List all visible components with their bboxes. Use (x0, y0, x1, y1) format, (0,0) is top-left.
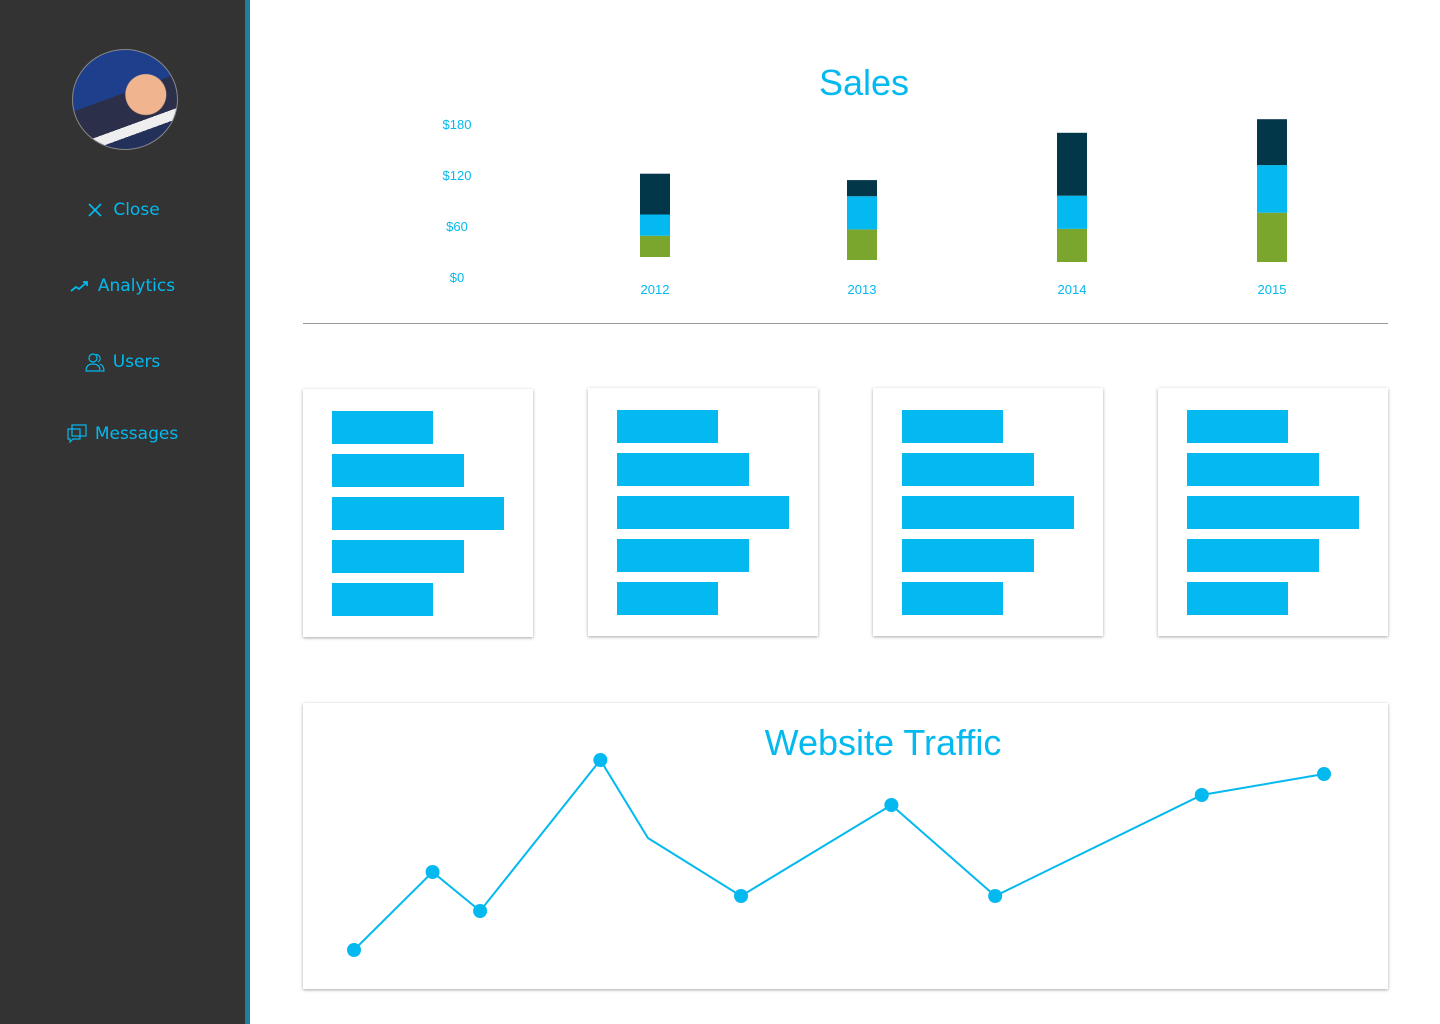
horizontal-bar (902, 453, 1035, 486)
horizontal-bar (617, 582, 719, 615)
messages-icon (67, 424, 87, 444)
x-tick-label: 2014 (1058, 282, 1087, 297)
horizontal-bar (332, 540, 465, 573)
horizontal-bar (617, 453, 750, 486)
bar-segment (847, 196, 877, 230)
data-point (734, 889, 749, 903)
stat-card (1158, 388, 1388, 636)
data-point (593, 753, 608, 767)
bar-segment (640, 173, 670, 215)
stat-card (873, 388, 1103, 636)
trend-up-icon (70, 281, 88, 292)
stat-card (303, 389, 533, 637)
bar-segment (1057, 228, 1087, 262)
chart-title: Website Traffic (765, 722, 1002, 763)
x-tick-label: 2015 (1258, 282, 1287, 297)
sales-chart-card: Sales $0 $60 $120 $180 2012 2013 2014 2015 (303, 36, 1388, 323)
bar-segment (847, 180, 877, 197)
sidebar-item-label: Close (113, 200, 160, 220)
y-tick-label: $180 (443, 117, 472, 132)
bar-segment (1257, 119, 1287, 166)
data-point (425, 865, 440, 879)
traffic-chart: Website Traffic (347, 722, 1331, 957)
bar-segment (640, 214, 670, 236)
sidebar-item-analytics[interactable]: Analytics (0, 276, 245, 296)
horizontal-bar (617, 539, 750, 572)
horizontal-bar (1187, 410, 1289, 443)
sidebar-item-label: Messages (94, 424, 179, 444)
bar-segment (1257, 165, 1287, 213)
sidebar-item-messages[interactable]: Messages (0, 424, 245, 444)
bar-segment (1057, 132, 1087, 196)
sidebar-item-users[interactable]: Users (0, 352, 245, 372)
y-tick-label: $60 (446, 219, 468, 234)
horizontal-bar (1187, 539, 1320, 572)
stat-card (588, 388, 818, 636)
sidebar: Close Analytics Users Messages (0, 0, 250, 1024)
horizontal-bar (902, 410, 1004, 443)
sidebar-item-label: Users (112, 352, 161, 372)
chart-title: Sales (819, 62, 909, 103)
data-point (1194, 788, 1209, 802)
avatar[interactable] (72, 49, 178, 150)
horizontal-bar (1187, 496, 1359, 529)
y-tick-label: $0 (450, 270, 464, 285)
bar-segment (1257, 212, 1287, 262)
data-point (1317, 767, 1331, 781)
horizontal-bar (332, 411, 434, 444)
bar-segment (640, 235, 670, 257)
horizontal-bar (332, 454, 465, 487)
horizontal-bar (902, 496, 1074, 529)
horizontal-bar (332, 497, 504, 530)
x-tick-label: 2013 (848, 282, 877, 297)
horizontal-bar (902, 582, 1004, 615)
data-point (473, 904, 488, 918)
data-point (884, 798, 899, 812)
horizontal-bar (332, 583, 434, 616)
horizontal-bar (617, 410, 719, 443)
x-tick-label: 2012 (641, 282, 670, 297)
close-icon (88, 203, 102, 217)
sidebar-item-label: Analytics (97, 276, 176, 296)
bar-segment (1057, 195, 1087, 229)
horizontal-bar (617, 496, 789, 529)
data-point (988, 889, 1003, 903)
horizontal-bar (1187, 453, 1320, 486)
sidebar-item-close[interactable]: Close (0, 200, 245, 220)
traffic-chart-card: Website Traffic (303, 703, 1388, 989)
data-point (347, 943, 361, 957)
horizontal-bar (1187, 582, 1289, 615)
users-icon (85, 353, 105, 372)
y-tick-label: $120 (443, 168, 472, 183)
traffic-line (353, 758, 1325, 951)
sales-chart: Sales $0 $60 $120 $180 2012 2013 2014 2015 (443, 62, 1287, 297)
horizontal-bar (902, 539, 1035, 572)
bar-segment (847, 229, 877, 260)
